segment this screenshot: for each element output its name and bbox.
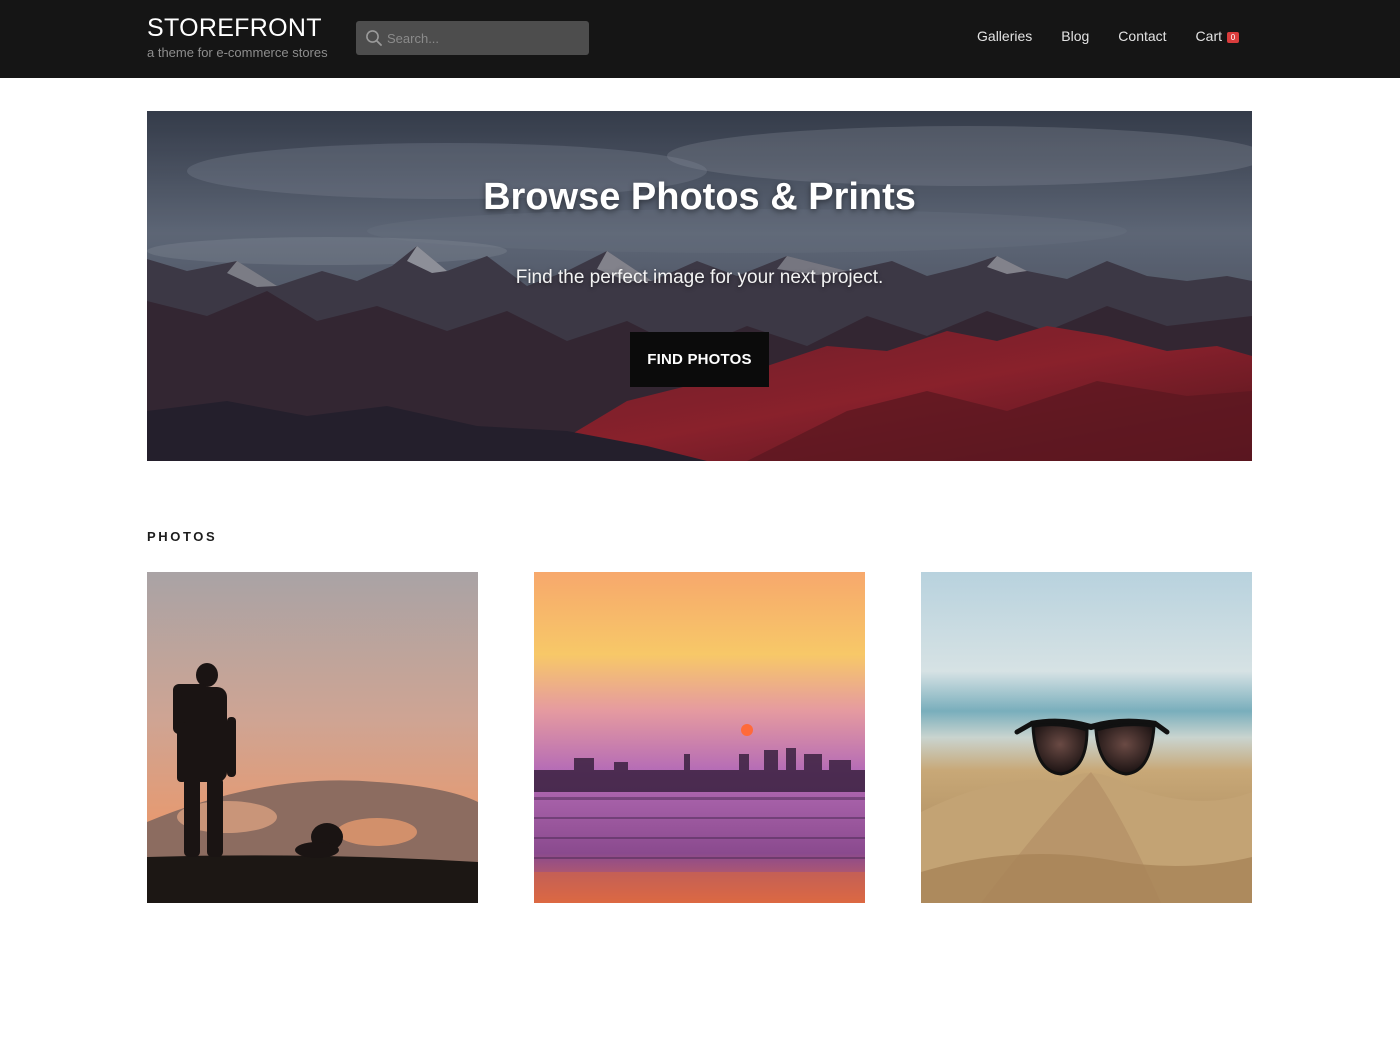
hiker-sunset-image bbox=[147, 572, 478, 903]
hero-title: Browse Photos & Prints bbox=[483, 176, 916, 218]
nav-link-galleries[interactable]: Galleries bbox=[977, 28, 1032, 44]
hero-subtitle: Find the perfect image for your next pro… bbox=[515, 267, 884, 288]
section-heading-photos: PHOTOS bbox=[147, 529, 218, 544]
cart-label: Cart bbox=[1195, 28, 1222, 44]
search-input[interactable] bbox=[387, 21, 583, 55]
brand-tagline: a theme for e-commerce stores bbox=[147, 45, 328, 60]
site-header: STOREFRONT a theme for e-commerce stores… bbox=[0, 0, 1400, 78]
search-icon bbox=[366, 30, 382, 46]
nav-link-blog[interactable]: Blog bbox=[1061, 28, 1089, 44]
cart-count-badge: 0 bbox=[1227, 32, 1239, 43]
hero-banner: Browse Photos & Prints Find the perfect … bbox=[147, 111, 1252, 461]
photo-card-purple-sunset[interactable] bbox=[534, 572, 865, 903]
purple-sunset-image bbox=[534, 572, 865, 903]
photo-card-hiker[interactable] bbox=[147, 572, 478, 903]
main-nav: Galleries Blog Contact Cart 0 bbox=[977, 28, 1239, 44]
brand: STOREFRONT a theme for e-commerce stores bbox=[147, 12, 328, 61]
photo-card-sunglasses[interactable] bbox=[921, 572, 1252, 903]
nav-link-cart[interactable]: Cart 0 bbox=[1196, 28, 1239, 44]
sunglasses-beach-image bbox=[921, 572, 1252, 903]
brand-title[interactable]: STOREFRONT bbox=[147, 12, 328, 44]
search-box[interactable] bbox=[356, 21, 589, 55]
nav-link-contact[interactable]: Contact bbox=[1118, 28, 1166, 44]
find-photos-button[interactable]: FIND PHOTOS bbox=[630, 332, 769, 387]
